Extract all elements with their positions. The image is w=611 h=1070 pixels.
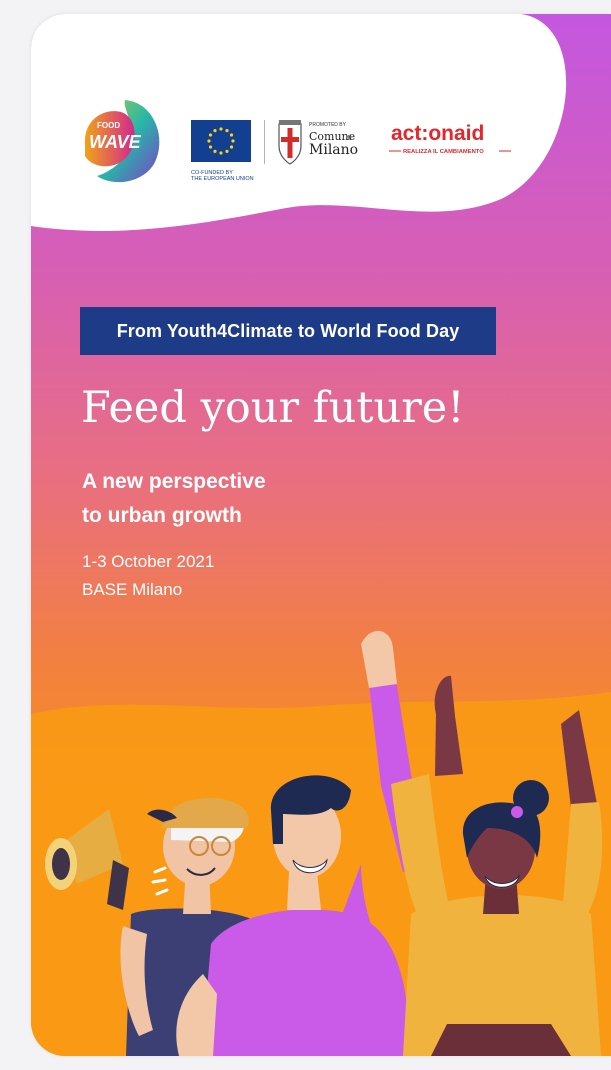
people-illustration — [31, 630, 611, 1056]
food-wave-big-text: WAVE — [89, 132, 142, 152]
eu-caption-2: THE EUROPEAN UNION — [191, 176, 254, 182]
subtitle-line-2: to urban growth — [82, 504, 242, 527]
event-venue: BASE Milano — [82, 580, 183, 599]
actionaid-tagline: REALIZZA IL CAMBIAMENTO — [403, 149, 484, 155]
subtitle-line-1: A new perspective — [82, 470, 266, 493]
page-title: Feed your future! — [81, 383, 465, 433]
event-details: 1-3 October 2021 BASE Milano — [82, 548, 214, 604]
event-date: 1-3 October 2021 — [82, 552, 215, 571]
milano-line1-suffix: di — [346, 135, 352, 142]
logo-divider — [264, 120, 265, 164]
subtitle: A new perspective to urban growth — [82, 465, 266, 533]
food-wave-small-text: FOOD — [97, 121, 120, 130]
actionaid-logo: act:onaid REALIZZA IL CAMBIAMENTO — [389, 122, 511, 155]
banner-text: From Youth4Climate to World Food Day — [116, 320, 460, 341]
milano-line2: Milano — [309, 142, 358, 158]
actionaid-name: act:onaid — [391, 122, 484, 145]
event-banner: From Youth4Climate to World Food Day — [80, 307, 496, 355]
event-poster-card: FOOD WAVE CO-FUNDED BY THE EUROPEAN UNIO… — [31, 14, 611, 1056]
comune-milano-logo: PROMOTED BY Comune di Milano — [278, 120, 358, 165]
food-wave-logo: FOOD WAVE — [85, 100, 160, 183]
milano-promoted: PROMOTED BY — [309, 122, 347, 128]
milano-crest-icon — [279, 120, 301, 125]
partner-logos: FOOD WAVE CO-FUNDED BY THE EUROPEAN UNIO… — [31, 14, 611, 249]
eu-flag-icon: CO-FUNDED BY THE EUROPEAN UNION — [191, 120, 254, 182]
